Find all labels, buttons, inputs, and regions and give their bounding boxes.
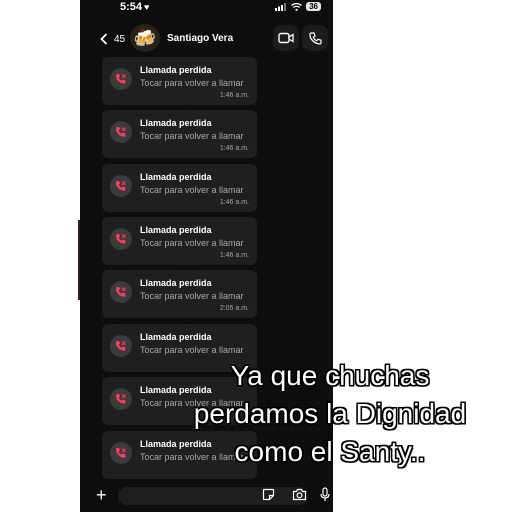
missed-call-bubble[interactable]: Llamada perdida Tocar para volver a llam… bbox=[102, 217, 257, 265]
unread-count[interactable]: 45 bbox=[114, 34, 125, 45]
mic-icon[interactable] bbox=[320, 487, 330, 508]
call-time: 2:05 a.m. bbox=[219, 305, 249, 312]
plus-icon[interactable]: + bbox=[96, 486, 107, 504]
call-subtitle: Tocar para volver a llamar bbox=[140, 238, 244, 248]
call-title: Llamada perdida bbox=[140, 225, 212, 235]
missed-call-bubble[interactable]: Llamada perdida Tocar para volver a llam… bbox=[102, 110, 257, 158]
video-call-button[interactable] bbox=[273, 25, 299, 51]
missed-call-icon bbox=[110, 121, 132, 143]
missed-call-icon bbox=[110, 228, 132, 250]
missed-call-icon bbox=[110, 281, 132, 303]
camera-icon[interactable] bbox=[292, 488, 307, 506]
call-title: Llamada perdida bbox=[140, 118, 212, 128]
chat-header: 45 🍻 Santiago Vera bbox=[80, 22, 333, 54]
heart-icon: ♥ bbox=[144, 2, 150, 12]
message-input[interactable] bbox=[118, 487, 308, 505]
missed-call-icon bbox=[110, 68, 132, 90]
missed-call-bubble[interactable]: Llamada perdida Tocar para volver a llam… bbox=[102, 57, 257, 105]
missed-call-bubble[interactable]: Llamada perdida Tocar para volver a llam… bbox=[102, 164, 257, 212]
caption-line: perdamos la Dignidad bbox=[193, 398, 467, 429]
missed-call-icon bbox=[110, 335, 132, 357]
voice-call-button[interactable] bbox=[302, 25, 328, 51]
caption-line: Ya que chuchas bbox=[230, 360, 430, 391]
missed-call-icon bbox=[110, 442, 132, 464]
call-title: Llamada perdida bbox=[140, 278, 212, 288]
call-time: 1:46 a.m. bbox=[219, 252, 249, 259]
missed-call-icon bbox=[110, 175, 132, 197]
contact-avatar[interactable]: 🍻 bbox=[130, 24, 160, 52]
missed-call-icon bbox=[110, 388, 132, 410]
caption-line: como el Santy.. bbox=[234, 436, 426, 467]
call-time: 1:46 a.m. bbox=[219, 145, 249, 152]
wifi-icon bbox=[291, 2, 302, 11]
call-title: Llamada perdida bbox=[140, 172, 212, 182]
call-subtitle: Tocar para volver a llamar bbox=[140, 291, 244, 301]
call-subtitle: Tocar para volver a llamar bbox=[140, 345, 244, 355]
back-button[interactable] bbox=[100, 32, 108, 48]
signal-icon bbox=[275, 2, 287, 11]
chevron-left-icon bbox=[100, 33, 108, 45]
meme-caption: Ya que chuchas perdamos la Dignidad como… bbox=[150, 357, 510, 471]
call-time: 1:46 a.m. bbox=[219, 92, 249, 99]
call-time: 1:46 a.m. bbox=[219, 199, 249, 206]
sticker-icon[interactable] bbox=[262, 488, 275, 506]
input-bar: + bbox=[80, 482, 333, 512]
phone-icon bbox=[308, 31, 322, 45]
missed-call-bubble[interactable]: Llamada perdida Tocar para volver a llam… bbox=[102, 270, 257, 318]
video-camera-icon bbox=[278, 32, 294, 44]
status-time: 5:54 ♥ bbox=[120, 1, 150, 13]
call-subtitle: Tocar para volver a llamar bbox=[140, 131, 244, 141]
call-title: Llamada perdida bbox=[140, 65, 212, 75]
call-subtitle: Tocar para volver a llamar bbox=[140, 185, 244, 195]
battery-icon: 36 bbox=[306, 2, 321, 11]
status-bar: 5:54 ♥ 36 bbox=[80, 0, 333, 18]
call-title: Llamada perdida bbox=[140, 332, 212, 342]
contact-name[interactable]: Santiago Vera bbox=[167, 33, 233, 44]
call-subtitle: Tocar para volver a llamar bbox=[140, 78, 244, 88]
status-icons: 36 bbox=[275, 2, 321, 11]
